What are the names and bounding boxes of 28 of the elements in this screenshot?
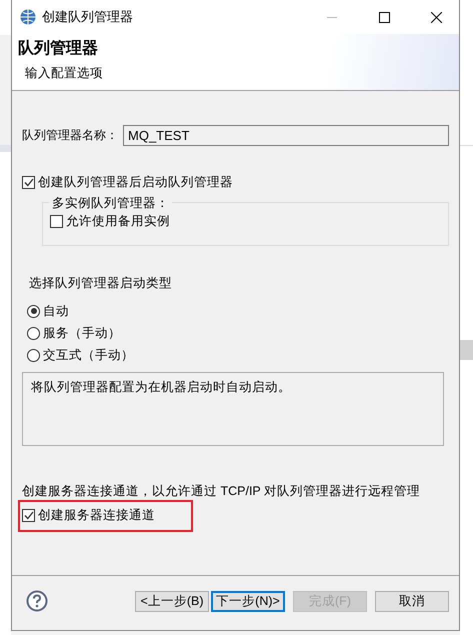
radio-button[interactable] (27, 304, 40, 318)
dialog-button[interactable]: <上一步(B) (135, 590, 209, 612)
dialog-button[interactable]: 取消 (375, 590, 449, 612)
page-subtitle: 输入配置选项 (25, 65, 103, 82)
radio-label[interactable]: 自动 (43, 302, 69, 320)
globe-icon (20, 9, 36, 25)
window-title: 创建队列管理器 (42, 9, 133, 24)
checkbox-label[interactable]: 创建队列管理器后启动队列管理器 (38, 174, 233, 190)
radio-label[interactable]: 服务（手动） (43, 324, 121, 342)
radio-button[interactable] (27, 348, 40, 362)
close-icon[interactable] (430, 12, 442, 22)
input-field[interactable]: MQ_TEST (123, 125, 449, 146)
page-title: 队列管理器 (18, 38, 98, 59)
radio-label[interactable]: 交互式（手动） (43, 346, 134, 364)
radio-button[interactable] (27, 326, 40, 340)
help-icon[interactable] (26, 590, 48, 612)
checkbox-label[interactable]: 允许使用备用实例 (66, 212, 170, 230)
section-label: 选择队列管理器启动类型 (29, 276, 172, 290)
description-text: 将队列管理器配置为在机器启动时自动启动。 (31, 380, 291, 394)
checkbox[interactable] (50, 214, 63, 228)
group-title: 多实例队列管理器： (49, 195, 172, 212)
field-label: 队列管理器名称： (22, 128, 118, 142)
channel-description: 创建服务器连接通道，以允许通过 TCP/IP 对队列管理器进行远程管理 (22, 484, 420, 498)
checkbox[interactable] (22, 508, 35, 522)
checkbox[interactable] (22, 176, 35, 188)
checkbox-label[interactable]: 创建服务器连接通道 (38, 506, 155, 524)
dialog-button[interactable]: 下一步(N)> (211, 590, 285, 612)
maximize-icon[interactable] (378, 12, 390, 22)
